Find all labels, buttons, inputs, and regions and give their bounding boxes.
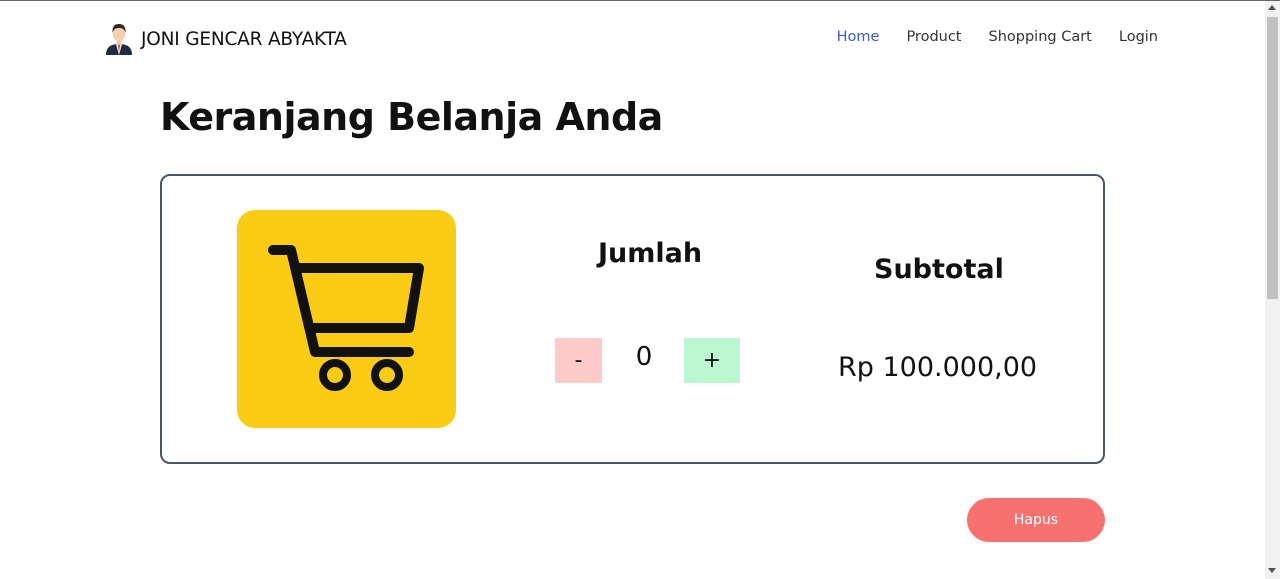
cart-item-card: Jumlah - 0 + Subtotal Rp 100.000,00 bbox=[160, 174, 1105, 464]
nav-link-product[interactable]: Product bbox=[906, 29, 961, 45]
nav-link-login[interactable]: Login bbox=[1119, 29, 1158, 45]
delete-button[interactable]: Hapus bbox=[967, 498, 1105, 542]
product-image bbox=[237, 210, 456, 428]
scroll-thumb[interactable] bbox=[1267, 17, 1278, 299]
quantity-label: Jumlah bbox=[598, 238, 703, 269]
decrement-button[interactable]: - bbox=[555, 338, 602, 383]
brand-name: JONI GENCAR ABYAKTA bbox=[141, 28, 347, 50]
scroll-up-arrow-icon[interactable] bbox=[1268, 5, 1276, 10]
page-title: Keranjang Belanja Anda bbox=[160, 95, 663, 139]
main-nav: Home Product Shopping Cart Login bbox=[810, 29, 1158, 45]
nav-link-shopping-cart[interactable]: Shopping Cart bbox=[989, 29, 1092, 45]
brand[interactable]: JONI GENCAR ABYAKTA bbox=[104, 23, 347, 55]
nav-link-home[interactable]: Home bbox=[837, 29, 880, 45]
subtotal-value: Rp 100.000,00 bbox=[838, 352, 1038, 383]
navbar: JONI GENCAR ABYAKTA Home Product Shoppin… bbox=[0, 1, 1265, 77]
vertical-scrollbar[interactable] bbox=[1265, 1, 1280, 579]
scroll-down-arrow-icon[interactable] bbox=[1268, 568, 1276, 573]
person-avatar-icon bbox=[106, 24, 132, 55]
shopping-cart-icon bbox=[268, 245, 424, 391]
quantity-value: 0 bbox=[635, 342, 653, 372]
subtotal-label: Subtotal bbox=[874, 254, 1004, 285]
increment-button[interactable]: + bbox=[684, 338, 740, 383]
